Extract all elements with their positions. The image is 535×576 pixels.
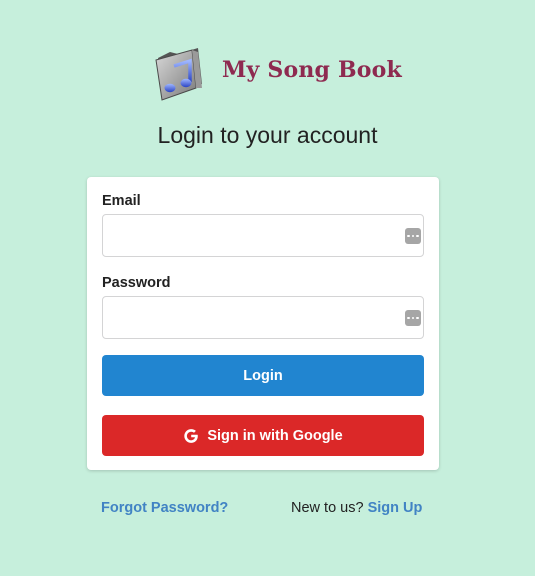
password-field[interactable]	[103, 297, 423, 338]
email-label: Email	[102, 193, 141, 209]
email-field[interactable]	[103, 215, 423, 256]
google-signin-label: Sign in with Google	[207, 427, 343, 444]
new-user-text: New to us?	[291, 500, 364, 516]
password-field-wrapper	[102, 296, 424, 339]
signup-link[interactable]: Sign Up	[368, 500, 423, 516]
page-title: Login to your account	[157, 122, 378, 148]
password-manager-icon[interactable]	[405, 310, 421, 326]
login-button[interactable]: Login	[102, 355, 424, 396]
google-icon	[184, 428, 199, 443]
brand-header: My Song Book	[152, 44, 402, 102]
login-button-label: Login	[243, 367, 283, 384]
google-signin-button[interactable]: Sign in with Google	[102, 415, 424, 456]
password-manager-icon[interactable]	[405, 228, 421, 244]
login-form: Email Password Login Sign in with Google	[87, 177, 439, 470]
signup-prompt: New to us? Sign Up	[291, 500, 422, 516]
password-label: Password	[102, 275, 171, 291]
music-folder-icon	[155, 48, 202, 101]
forgot-password-link[interactable]: Forgot Password?	[101, 500, 228, 516]
brand-name: My Song Book	[222, 57, 402, 83]
email-field-wrapper	[102, 214, 424, 257]
